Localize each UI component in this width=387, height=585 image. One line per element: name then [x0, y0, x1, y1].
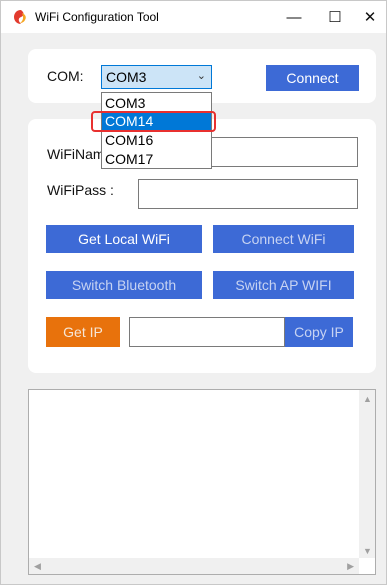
- wifi-name-label: WiFiNam: [47, 146, 105, 162]
- chevron-down-icon: ⌄: [196, 70, 206, 82]
- get-local-wifi-button[interactable]: Get Local WiFi: [46, 225, 202, 253]
- scroll-left-icon[interactable]: ◀: [34, 561, 41, 572]
- horizontal-scrollbar[interactable]: ◀ ▶: [29, 558, 359, 574]
- app-logo-icon: [14, 10, 26, 24]
- close-icon: ✕: [363, 9, 377, 26]
- scroll-right-icon[interactable]: ▶: [347, 561, 354, 572]
- minimize-button[interactable]: —: [271, 1, 317, 33]
- switch-ap-wifi-button[interactable]: Switch AP WIFI: [213, 271, 354, 299]
- com14-callout-box: [91, 111, 216, 132]
- maximize-icon: ☐: [328, 9, 342, 26]
- connect-button[interactable]: Connect: [266, 65, 359, 91]
- com-selected-value: COM3: [106, 69, 147, 85]
- com-port-select[interactable]: COM3 ⌄: [101, 65, 212, 89]
- wifi-name-field[interactable]: [211, 137, 358, 167]
- window-title: WiFi Configuration Tool: [35, 10, 159, 24]
- wifi-pass-label: WiFiPass :: [47, 182, 114, 198]
- com-label: COM:: [47, 68, 84, 84]
- switch-bluetooth-button[interactable]: Switch Bluetooth: [46, 271, 202, 299]
- maximize-button[interactable]: ☐: [312, 1, 358, 33]
- scroll-up-icon[interactable]: ▲: [363, 394, 372, 404]
- minimize-icon: —: [286, 8, 302, 26]
- dropdown-option-com16[interactable]: COM16: [102, 131, 211, 149]
- dropdown-option-com17[interactable]: COM17: [102, 150, 211, 168]
- get-ip-button[interactable]: Get IP: [46, 317, 120, 347]
- dropdown-option-com3[interactable]: COM3: [102, 94, 211, 112]
- scroll-down-icon[interactable]: ▼: [363, 546, 372, 556]
- close-button[interactable]: ✕: [353, 1, 387, 33]
- log-textarea[interactable]: ▲ ▼ ◀ ▶: [28, 389, 376, 575]
- ip-address-field[interactable]: [129, 317, 285, 347]
- connect-wifi-button[interactable]: Connect WiFi: [213, 225, 354, 253]
- wifi-pass-field[interactable]: [138, 179, 358, 209]
- app-window: WiFi Configuration Tool — ☐ ✕ COM: COM3 …: [0, 0, 387, 585]
- title-bar: WiFi Configuration Tool — ☐ ✕: [1, 1, 386, 33]
- copy-ip-button[interactable]: Copy IP: [285, 317, 353, 347]
- vertical-scrollbar[interactable]: ▲ ▼: [359, 390, 375, 558]
